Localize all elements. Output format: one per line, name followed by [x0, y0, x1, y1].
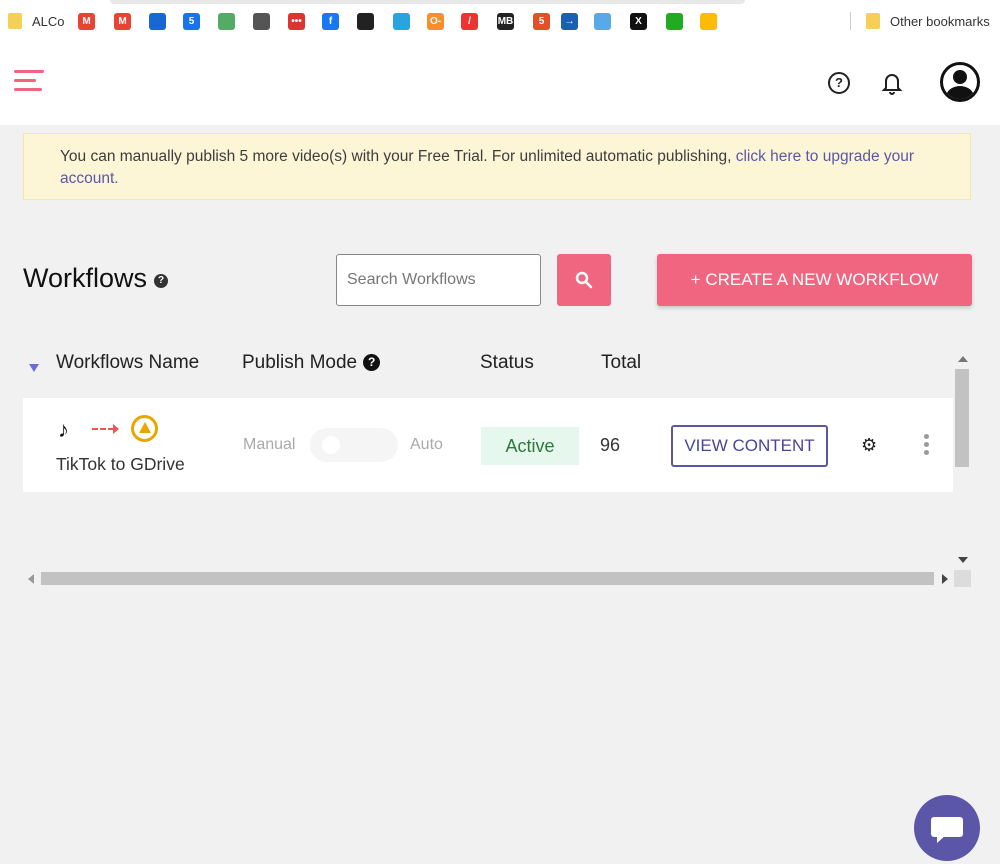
facebook-icon: f — [322, 12, 339, 30]
bookmark-item[interactable] — [357, 11, 374, 31]
bookmark-label: Other bookmarks — [890, 13, 990, 29]
pen-icon — [357, 12, 374, 30]
gmail-icon: M — [78, 12, 95, 30]
toggle-knob — [322, 436, 340, 454]
total-count: 96 — [600, 435, 621, 455]
bookmark-item[interactable] — [218, 11, 235, 31]
bookmark-item[interactable]: MB — [497, 11, 514, 31]
bookmark-item[interactable]: ••• — [288, 11, 305, 31]
bell-icon[interactable] — [880, 70, 904, 96]
bookmark-separator — [850, 12, 851, 30]
html5-icon: 5 — [533, 12, 550, 30]
help-icon[interactable]: ? — [154, 274, 169, 288]
bookmark-item[interactable]: M — [78, 11, 95, 31]
bookmark-label: ALCo — [32, 13, 65, 29]
more-options-icon[interactable] — [924, 434, 930, 458]
scroll-left-icon[interactable] — [28, 574, 34, 584]
cloud-icon — [594, 12, 611, 30]
slash-icon: / — [461, 12, 478, 30]
column-header-name[interactable]: Workflows Name — [56, 352, 199, 374]
help-icon[interactable]: ? — [363, 354, 381, 371]
bookmark-item[interactable]: O- — [427, 11, 444, 31]
telegram-icon — [393, 12, 410, 30]
bookmark-other[interactable]: Other bookmarks — [866, 11, 990, 31]
banner-text: You can manually publish 5 more video(s)… — [60, 148, 736, 165]
arrow-box-icon: → — [561, 12, 578, 30]
menu-icon[interactable] — [14, 70, 44, 92]
bookmark-item[interactable]: X — [630, 11, 647, 31]
avatar-body — [946, 86, 974, 99]
view-content-button[interactable]: VIEW CONTENT — [671, 425, 828, 467]
scrollbar-corner — [954, 570, 971, 587]
scroll-down-icon[interactable] — [958, 557, 968, 563]
table-row: ♪ TikTok to GDrive Manual Auto Active 96… — [23, 398, 953, 492]
circle-play-icon — [253, 12, 270, 30]
folder-icon — [866, 13, 880, 29]
key-icon: O- — [427, 12, 444, 30]
bookmark-item[interactable] — [700, 11, 717, 31]
bookmark-item[interactable]: 5 — [183, 11, 200, 31]
mb-icon: MB — [497, 12, 514, 30]
bookmark-item[interactable]: 5 — [533, 11, 550, 31]
page-title-text: Workflows — [23, 263, 148, 293]
bookmark-item[interactable]: / — [461, 11, 478, 31]
workflow-name[interactable]: TikTok to GDrive — [56, 454, 185, 475]
google-drive-icon — [131, 415, 158, 442]
gmail-icon: M — [114, 12, 131, 30]
publish-mode-toggle[interactable] — [310, 428, 398, 462]
scroll-right-icon[interactable] — [942, 574, 948, 584]
gear-icon[interactable]: ⚙ — [861, 436, 877, 454]
column-header-total[interactable]: Total — [601, 352, 641, 374]
sort-icon[interactable] — [29, 364, 39, 372]
page-title: Workflows ? — [23, 263, 169, 294]
bookmark-item[interactable] — [149, 11, 166, 31]
create-workflow-button[interactable]: + CREATE A NEW WORKFLOW — [657, 254, 972, 306]
google-drive-icon — [700, 12, 717, 30]
search-button[interactable] — [557, 254, 611, 306]
bookmark-alco[interactable]: ALCo — [8, 11, 65, 31]
status-badge: Active — [481, 427, 579, 465]
auto-label: Auto — [410, 436, 443, 453]
column-header-label: Publish Mode — [242, 352, 358, 373]
help-icon[interactable]: ? — [828, 72, 850, 94]
search-input[interactable] — [336, 254, 541, 306]
bookmark-item[interactable] — [393, 11, 410, 31]
chat-button[interactable] — [914, 795, 980, 861]
folder-icon — [8, 13, 22, 29]
horizontal-scrollbar[interactable] — [23, 570, 954, 587]
tiktok-icon: ♪ — [58, 417, 69, 442]
manual-label: Manual — [243, 436, 296, 453]
x-icon: X — [630, 12, 647, 30]
dots-icon: ••• — [288, 12, 305, 30]
tab-strip-edge — [110, 0, 745, 4]
calendar-icon: 5 — [183, 12, 200, 30]
bookmark-item[interactable]: → — [561, 11, 578, 31]
avatar-head — [953, 70, 967, 84]
soccer-icon — [666, 12, 683, 30]
bookmark-item[interactable]: M — [114, 11, 131, 31]
bookmark-item[interactable]: f — [322, 11, 339, 31]
app-header: ? — [0, 42, 1000, 125]
bookmark-item[interactable] — [594, 11, 611, 31]
vertical-scrollbar[interactable] — [954, 352, 971, 568]
flow-arrow-icon — [92, 428, 114, 430]
scroll-up-icon[interactable] — [958, 356, 968, 362]
flow-arrowhead-icon — [113, 424, 119, 434]
search-icon — [575, 271, 593, 289]
column-header-publish-mode[interactable]: Publish Mode? — [242, 352, 381, 374]
bookmark-item[interactable] — [253, 11, 270, 31]
scroll-thumb[interactable] — [955, 369, 969, 467]
bookmark-item[interactable] — [666, 11, 683, 31]
app-icon — [149, 12, 166, 30]
scroll-thumb[interactable] — [41, 572, 934, 585]
column-header-status[interactable]: Status — [480, 352, 534, 374]
avatar[interactable] — [940, 62, 980, 102]
chat-icon-tail — [937, 835, 946, 843]
headphones-icon — [218, 12, 235, 30]
chat-icon — [931, 817, 963, 837]
trial-banner: You can manually publish 5 more video(s)… — [23, 133, 971, 200]
bookmarks-bar: ALCo M M 5 ••• f O- / MB 5 → X Other bookmarks — [0, 0, 1000, 42]
